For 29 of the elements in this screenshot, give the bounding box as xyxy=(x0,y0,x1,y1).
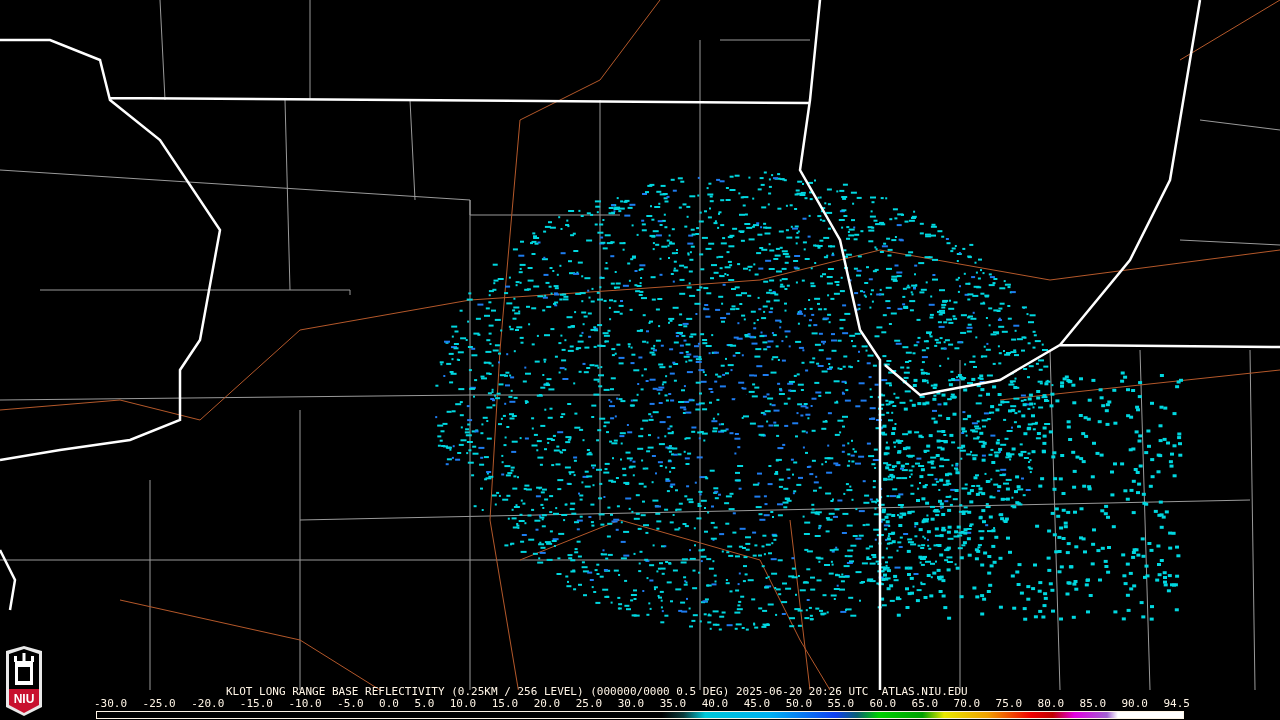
colorbar-tick-label: -15.0 xyxy=(239,698,273,710)
colorbar-tick-label: 90.0 xyxy=(1121,698,1148,710)
colorbar-tick-label: 85.0 xyxy=(1079,698,1106,710)
colorbar-tick-label: 70.0 xyxy=(953,698,981,710)
colorbar-tick-label: 45.0 xyxy=(743,698,771,710)
radar-product-title: KLOT LONG RANGE BASE REFLECTIVITY (0.25KM / 256 LEVEL) (000000/0000 0.5 DEG) 2025-06-20 20:26 UTC ATLAS.NIU.EDU xyxy=(226,686,968,698)
colorbar-tick-label: 5.0 xyxy=(414,698,435,710)
logo-text: NIU xyxy=(12,692,36,706)
colorbar-tick-label: 55.0 xyxy=(827,698,855,710)
colorbar-tick-label: 20.0 xyxy=(533,698,561,710)
colorbar-tick-label: 60.0 xyxy=(869,698,897,710)
colorbar-tick-label: 75.0 xyxy=(995,698,1023,710)
university-shield-icon xyxy=(3,645,45,717)
colorbar-tick-label: 65.0 xyxy=(911,698,939,710)
colorbar-tick-label: 0.0 xyxy=(379,698,399,710)
colorbar-tick-label: -5.0 xyxy=(337,698,364,710)
colorbar-tick-label: 15.0 xyxy=(491,698,519,710)
colorbar-tick-label: 50.0 xyxy=(785,698,813,710)
colorbar-tick-label: 25.0 xyxy=(575,698,603,710)
colorbar-tick-label: 94.5 xyxy=(1163,698,1190,710)
colorbar-tick-label: 80.0 xyxy=(1037,698,1065,710)
colorbar-tick-label: 40.0 xyxy=(701,698,729,710)
colorbar-tick-label: -25.0 xyxy=(142,698,176,710)
colorbar-tick-label: -30.0 xyxy=(94,698,128,710)
colorbar-tick-label: -20.0 xyxy=(191,698,225,710)
colorbar-tick-label: 30.0 xyxy=(617,698,645,710)
colorbar-tick-label: 35.0 xyxy=(659,698,687,710)
colorbar-tick-label: 10.0 xyxy=(449,698,477,710)
colorbar-tick-label: -10.0 xyxy=(288,698,322,710)
